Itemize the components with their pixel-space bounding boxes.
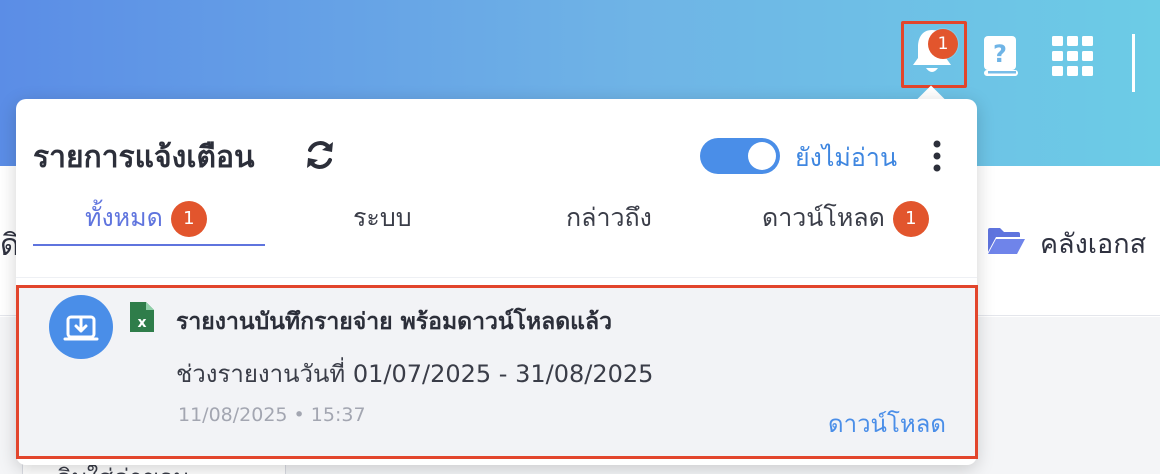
active-tab-underline [33, 244, 265, 246]
tab-system[interactable]: ระบบ [353, 198, 412, 238]
more-vertical-icon[interactable] [925, 138, 949, 174]
tabs-divider [16, 277, 977, 278]
svg-text:?: ? [993, 40, 1007, 68]
download-avatar [49, 295, 113, 359]
notification-description: ช่วงรายงานวันที่ 01/07/2025 - 31/08/2025 [176, 360, 654, 388]
excel-icon: x [130, 302, 154, 332]
documents-nav-label[interactable]: คลังเอกส [1040, 222, 1146, 265]
svg-text:x: x [137, 315, 146, 331]
download-link[interactable]: ดาวน์โหลด [828, 404, 946, 443]
bell-highlight-frame [901, 21, 967, 88]
help-book-icon[interactable]: ? [981, 34, 1021, 78]
tab-label: กล่าวถึง [566, 203, 652, 232]
toggle-knob [748, 142, 776, 170]
tab-badge: 1 [170, 201, 207, 237]
apps-grid-icon[interactable] [1052, 36, 1094, 76]
tab-label: ระบบ [353, 203, 412, 232]
header-divider [1132, 34, 1135, 92]
unread-toggle[interactable] [700, 138, 780, 174]
tab-label: ดาวน์โหลด [762, 203, 885, 232]
tab-downloads[interactable]: ดาวน์โหลด 1 [762, 198, 929, 238]
panel-title: รายการแจ้งเตือน [33, 140, 255, 175]
tab-badge: 1 [892, 201, 929, 237]
tab-all[interactable]: ทั้งหมด 1 [85, 198, 207, 238]
notification-timestamp: 11/08/2025 • 15:37 [178, 404, 366, 426]
folder-open-icon[interactable] [986, 226, 1026, 256]
tab-mentions[interactable]: กล่าวถึง [566, 198, 652, 238]
refresh-icon[interactable] [303, 138, 337, 172]
tab-label: ทั้งหมด [85, 203, 163, 232]
notification-title: รายงานบันทึกรายจ่าย พร้อมดาวน์โหลดแล้ว [176, 309, 613, 335]
download-tray-icon [63, 315, 99, 341]
unread-toggle-label: ยังไม่อ่าน [795, 143, 898, 172]
